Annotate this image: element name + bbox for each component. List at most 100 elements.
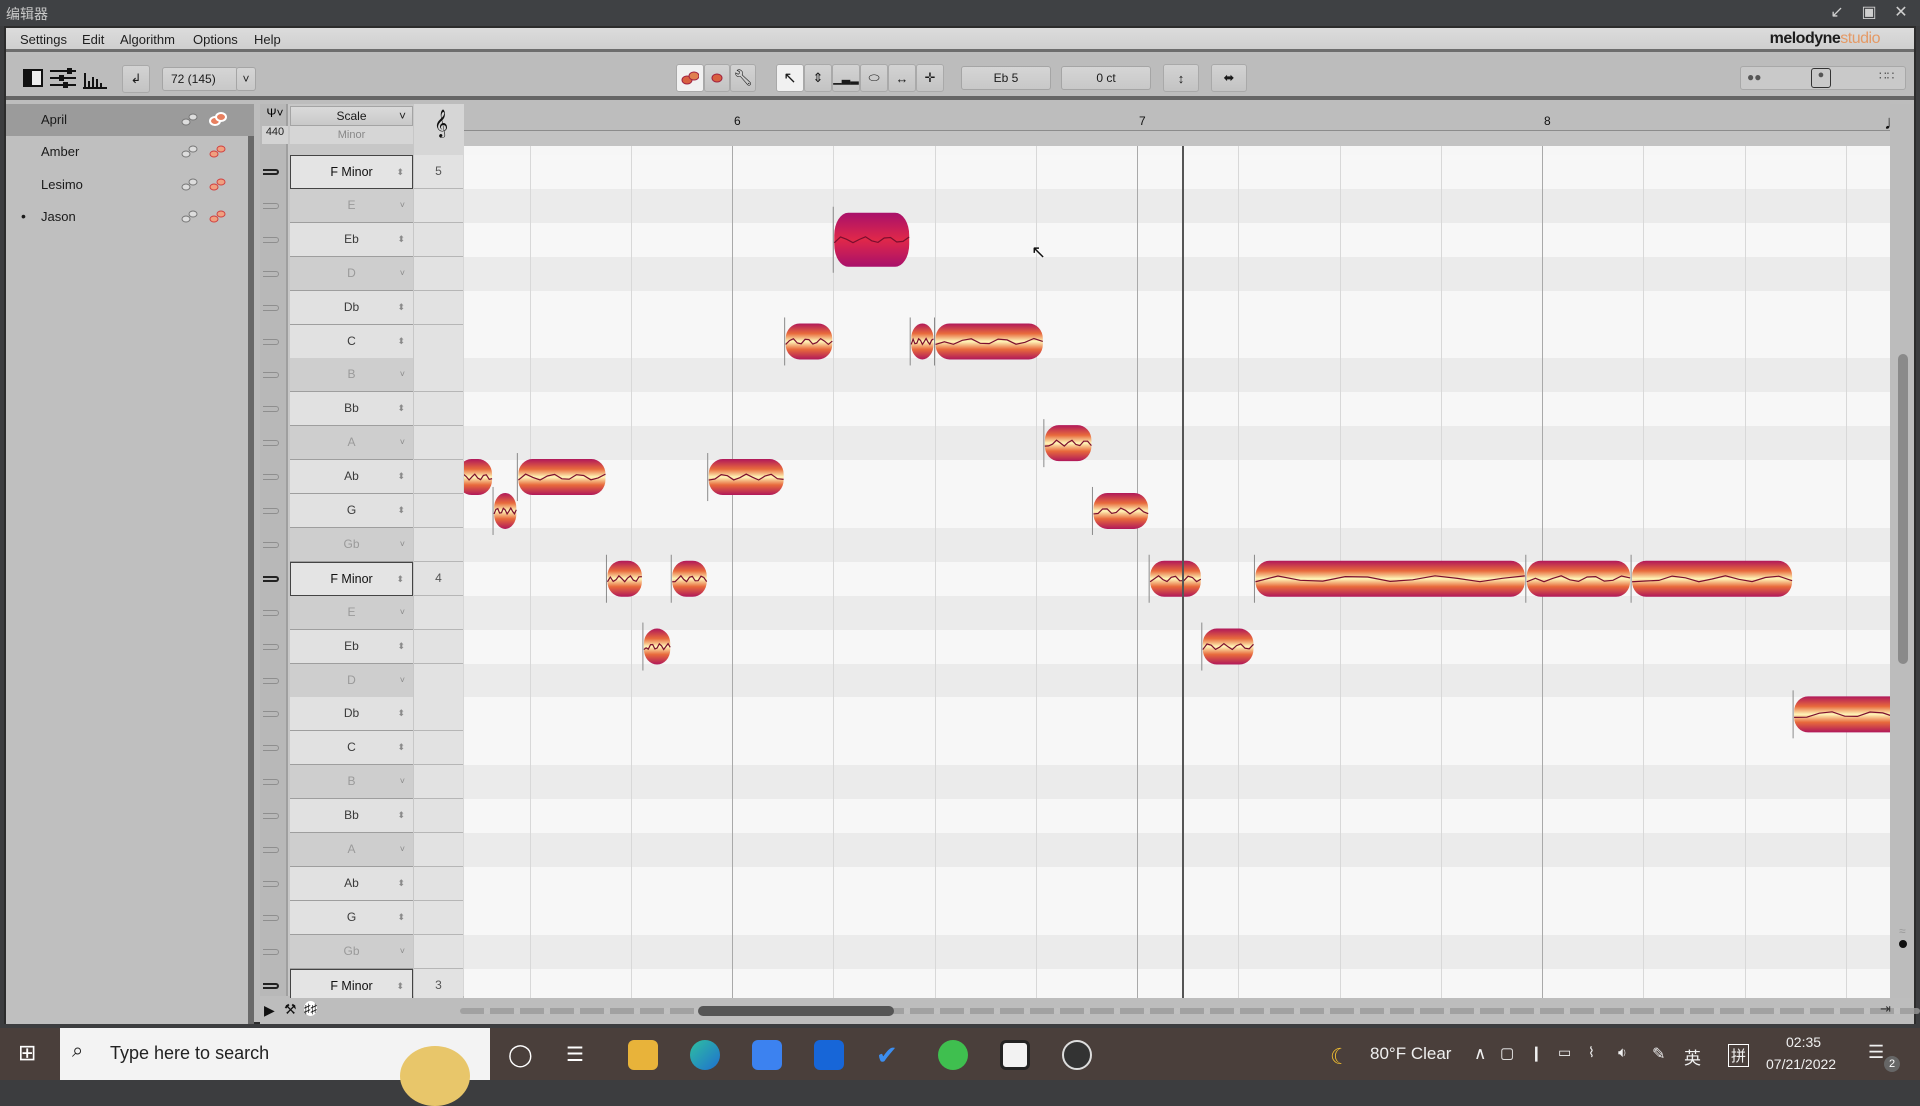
up-down-arrows-icon[interactable]: ⬍ — [397, 460, 405, 493]
note-editor-canvas[interactable]: ↖ — [464, 146, 1890, 998]
note-blob[interactable] — [605, 554, 642, 603]
fit-to-window-icon[interactable]: ⇥ — [1880, 1001, 1891, 1017]
taskbar-search[interactable]: ⌕ Type here to search — [60, 1028, 490, 1106]
note-blob[interactable] — [909, 317, 934, 366]
overview-waveform[interactable] — [460, 1008, 1920, 1014]
note-blob[interactable] — [1091, 486, 1149, 535]
vertical-zoom-slider[interactable] — [1899, 940, 1907, 948]
blob-mode-button[interactable] — [676, 64, 704, 92]
notification-icon[interactable]: ☰ — [1868, 1042, 1884, 1063]
scale-row-gb[interactable]: Gb ˅ — [290, 527, 413, 562]
scale-row-g[interactable]: G ⬍ — [290, 494, 413, 528]
scale-row-b[interactable]: B ˅ — [290, 358, 413, 393]
chevron-down-icon[interactable]: ˅ — [400, 664, 405, 697]
scale-dropdown[interactable]: Scale ˅ — [290, 106, 413, 126]
cents-readout[interactable]: 0 ct — [1061, 66, 1151, 90]
scale-row-db[interactable]: Db ⬍ — [290, 290, 413, 325]
scale-row-eb[interactable]: Eb ⬍ — [290, 222, 413, 257]
chevron-down-icon[interactable]: ˅ — [400, 528, 405, 561]
wrench-button[interactable]: 🔧︎ — [730, 64, 756, 92]
note-blob[interactable] — [642, 622, 671, 671]
amplitude-tool-button[interactable]: ▁▃▂ — [832, 64, 860, 92]
zoom-field[interactable]: 72 (145) — [162, 67, 238, 91]
up-down-arrows-icon[interactable]: ⬍ — [396, 156, 404, 189]
scale-row-bb[interactable]: Bb ⬍ — [290, 799, 413, 834]
edge-browser-icon[interactable] — [690, 1040, 720, 1070]
scale-row-a[interactable]: A ˅ — [290, 833, 413, 867]
zoom-dropdown[interactable]: ˅ — [236, 67, 256, 91]
menu-options[interactable]: Options — [193, 32, 238, 47]
up-down-arrows-icon[interactable]: ⬍ — [397, 731, 405, 764]
horizontal-scrollbar-thumb[interactable] — [698, 1006, 894, 1016]
blob-view-active-icon[interactable]: ● — [1811, 68, 1831, 88]
note-blob[interactable] — [1201, 622, 1254, 671]
chevron-down-icon[interactable]: ˅ — [400, 358, 405, 391]
clock-date[interactable]: 07/21/2022 — [1766, 1056, 1836, 1072]
close-icon[interactable]: ✕ — [1890, 2, 1912, 24]
scale-row-a[interactable]: A ˅ — [290, 426, 413, 461]
cortana-icon[interactable]: ◯ — [508, 1042, 533, 1068]
up-down-arrows-icon[interactable]: ⬍ — [397, 392, 405, 425]
track-item-amber[interactable]: Amber — [6, 136, 254, 168]
ime-pinyin-icon[interactable]: 拼 — [1728, 1044, 1750, 1067]
task-view-icon[interactable]: ☰ — [566, 1042, 584, 1067]
chevron-down-icon[interactable]: ˅ — [400, 596, 405, 629]
note-blob[interactable] — [784, 317, 833, 366]
note-blob[interactable] — [707, 453, 784, 502]
pitch-snap-button[interactable]: ↲ — [122, 65, 150, 93]
note-blob[interactable] — [1148, 554, 1202, 603]
note-assignment-icon[interactable] — [83, 69, 107, 89]
note-blob-selected[interactable] — [832, 206, 910, 273]
note-blob[interactable] — [492, 486, 517, 535]
up-down-arrows-icon[interactable]: ⬍ — [397, 799, 405, 832]
wifi-icon[interactable]: ⌇ — [1588, 1044, 1595, 1061]
tuning-fork-icon[interactable]: ⚒ — [284, 1001, 297, 1018]
scale-row-e[interactable]: E ˅ — [290, 595, 413, 630]
scale-row-g[interactable]: G ⬍ — [290, 900, 413, 935]
clock-time[interactable]: 02:35 — [1786, 1034, 1821, 1050]
treble-clef-icon[interactable]: 𝄞 — [434, 110, 448, 138]
note-blob[interactable] — [516, 453, 606, 502]
scale-sharp-icon[interactable]: ♯♯ — [304, 1001, 317, 1016]
tuning-reference[interactable]: 440 — [262, 126, 288, 144]
wechat-icon[interactable] — [938, 1040, 968, 1070]
note-blob[interactable] — [464, 453, 493, 501]
scale-row-c[interactable]: C ⬍ — [290, 731, 413, 766]
camera-icon[interactable]: ▢ — [1500, 1044, 1514, 1062]
pitch-tool-button[interactable]: ⇕ — [804, 64, 832, 92]
show-hidden-icons[interactable]: ∧ — [1474, 1044, 1486, 1064]
scale-row-ab[interactable]: Ab ⬍ — [290, 460, 413, 495]
scale-row-b[interactable]: B ˅ — [290, 765, 413, 800]
chevron-down-icon[interactable]: ˅ — [400, 426, 405, 459]
volume-icon[interactable]: 🔉︎ — [1618, 1044, 1627, 1061]
scale-row-f-minor[interactable]: F Minor ⬍ — [290, 155, 413, 189]
menu-edit[interactable]: Edit — [82, 32, 104, 47]
chevron-down-icon[interactable]: ˅ — [400, 189, 405, 222]
chevron-down-icon[interactable]: ˅ — [400, 257, 405, 290]
track-item-april[interactable]: April — [6, 104, 254, 136]
todo-check-icon[interactable]: ✔ — [876, 1040, 906, 1070]
up-down-arrows-icon[interactable]: ⬍ — [397, 630, 405, 663]
chevron-down-icon[interactable]: ˅ — [400, 935, 405, 968]
maximize-icon[interactable]: ▣ — [1858, 2, 1880, 24]
single-blob-button[interactable] — [704, 64, 730, 92]
scale-row-gb[interactable]: Gb ˅ — [290, 934, 413, 969]
play-arrow-icon[interactable]: ▶ — [264, 1002, 275, 1019]
weather-text[interactable]: 80°F Clear — [1370, 1044, 1451, 1064]
melodyne-taskbar-icon[interactable] — [1000, 1040, 1030, 1070]
time-tool-button[interactable]: ↔ — [888, 64, 916, 92]
up-down-arrows-icon[interactable]: ⬍ — [397, 291, 405, 324]
track-item-lesimo[interactable]: Lesimo — [6, 169, 254, 201]
ime-language[interactable]: 英 — [1684, 1044, 1701, 1069]
menu-algorithm[interactable]: Algorithm — [120, 32, 175, 47]
windows-start-icon[interactable]: ⊞ — [18, 1040, 36, 1066]
obs-icon[interactable] — [1062, 1040, 1092, 1070]
zoom-app-icon[interactable] — [752, 1040, 782, 1070]
restore-down-icon[interactable]: ↙ — [1826, 2, 1848, 24]
pitch-readout[interactable]: Eb 5 — [961, 66, 1051, 90]
track-item-jason[interactable]: • Jason — [6, 201, 254, 233]
blob-view-icon[interactable]: ●● — [1747, 70, 1762, 84]
note-blob[interactable] — [1525, 554, 1631, 603]
time-quantize-button[interactable]: ⬌ — [1211, 64, 1247, 92]
chevron-down-icon[interactable]: ˅ — [400, 765, 405, 798]
